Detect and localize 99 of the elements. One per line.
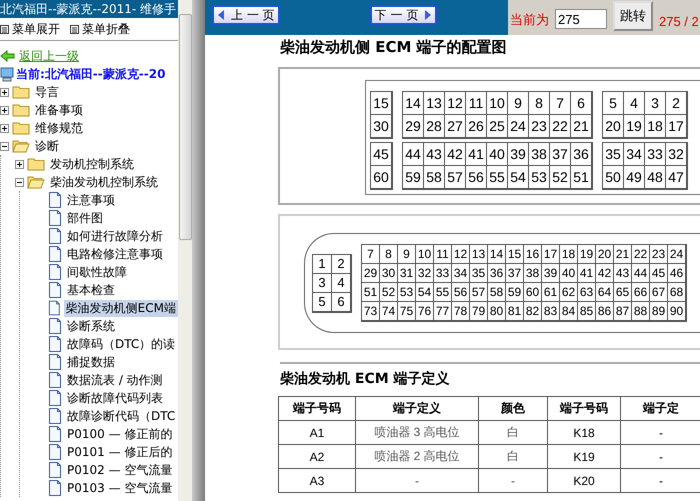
expand-icon[interactable] [0,124,9,132]
document-icon [48,426,62,442]
tree-item[interactable]: P0100 — 修正前的 [65,426,174,442]
tree-item[interactable]: 维修规范 [33,120,85,136]
folder-icon [12,121,30,135]
tree-item[interactable]: 故障码（DTC）的读 [65,336,178,352]
menu-toggle[interactable]: 菜单展开 [12,20,60,38]
document-icon [48,354,62,370]
folder-icon [12,103,30,117]
current-path: 当前:北汽福田--蒙派克--20 [16,66,166,82]
document-icon [48,264,62,280]
expand-icon[interactable] [0,88,9,96]
column-header: 端子号码 [548,396,620,420]
scrollbar-thumb[interactable] [178,14,192,240]
table-cell: 白 [478,444,548,468]
pin-number: 90 [667,301,686,321]
document-icon [48,390,62,406]
pin-number: 47 [665,165,687,189]
tree-item[interactable]: 基本检查 [65,282,117,298]
expand-icon[interactable] [15,160,24,168]
document-icon [48,246,62,262]
table-cell: - [478,468,548,492]
tree-item[interactable]: P0101 — 修正后的 [65,444,174,460]
current-page-label: 当前为 [510,12,549,29]
table-cell: 喷油器 2 高电位 [356,444,478,468]
table-cell: - [356,468,478,492]
collapse-icon[interactable] [0,142,9,150]
tree-item[interactable]: 诊断 [33,138,61,154]
pin-number: 46 [667,263,686,283]
column-header: 颜色 [478,396,548,420]
tree-item[interactable]: 准备事项 [33,102,85,118]
document-icon [48,480,62,496]
arrow-left-icon [0,50,15,62]
document-icon [48,336,62,352]
tree-item[interactable]: 诊断故障代码列表 [65,390,165,406]
prev-page-button[interactable]: 上 一 页 [212,5,280,25]
folder-icon [27,157,45,171]
left-arrow-icon [217,10,225,20]
tree-item[interactable]: 柴油发动机侧ECM端 [64,300,178,316]
document-icon [48,300,61,316]
tree-item[interactable]: 故障诊断代码（DTC [65,408,178,424]
folder-icon [12,85,30,99]
list-icon [70,24,79,34]
table-cell: K19 [548,444,620,468]
next-page-button[interactable]: 下 一 页 [370,5,438,25]
document-icon [48,282,62,298]
document-icon [48,192,62,208]
table-cell: K20 [548,468,620,492]
table-cell: A3 [278,468,356,492]
collapse-icon[interactable] [15,178,24,186]
pin-number: 60 [370,165,392,189]
menu-toggle[interactable]: 菜单折叠 [82,20,130,38]
folder-icon [27,175,45,189]
table-cell: K18 [548,420,620,444]
table-cell: 喷油器 3 高电位 [356,420,478,444]
tree-item[interactable]: 电路检修注意事项 [65,246,165,262]
scrollbar[interactable] [178,0,192,501]
page-input[interactable]: 275 [555,9,607,29]
tree-item[interactable]: P0102 — 空气流量 [65,462,174,478]
document-icon [48,318,62,334]
tree-item[interactable]: 捕捉数据 [65,354,117,370]
sidebar-title: 北汽福田--蒙派克--2011- 维修手 [0,0,178,18]
pin-number: 6 [331,292,351,312]
column-header: 端子定 [620,396,700,420]
tree-item[interactable]: 如何进行故障分析 [65,228,165,244]
pin-number: 51 [570,165,592,189]
document-icon [48,462,62,478]
document-icon [48,228,62,244]
column-header: 端子定义 [356,396,478,420]
tree-item[interactable]: 发动机控制系统 [48,156,136,172]
document-icon [48,210,62,226]
pin-number: 24 [667,244,686,264]
table-cell: A1 [278,420,356,444]
table-cell: 白 [478,420,548,444]
table-cell: A2 [278,444,356,468]
jump-button[interactable]: 跳转 [613,1,653,31]
pin-number: 21 [570,114,592,138]
tree-item[interactable]: 部件图 [65,210,105,226]
table-title: 柴油发动机 ECM 端子定义 [280,362,700,388]
page-count: 275 / 2 [659,14,699,29]
right-arrow-icon [424,10,432,20]
back-link[interactable]: 返回上一级 [19,48,79,64]
tree-item[interactable]: 柴油发动机控制系统 [48,174,160,190]
document-icon [48,408,62,424]
diagram-title: 柴油发动机侧 ECM 端子的配置图 [280,38,508,57]
expand-icon[interactable] [0,106,9,114]
pin-number: 30 [370,114,392,138]
tree-item[interactable]: 注意事项 [65,192,117,208]
column-header: 端子号码 [278,396,356,420]
tree-item[interactable]: P0103 — 空气流量 [65,480,174,496]
tree-item[interactable]: 数据流表 / 动作测 [65,372,165,388]
document-icon [48,372,62,388]
folder-icon [12,139,30,153]
tree-item[interactable]: 诊断系统 [65,318,117,334]
computer-icon [0,66,14,82]
pin-number: 17 [665,114,687,138]
tree-item[interactable]: 导言 [33,84,61,100]
document-icon [48,444,62,460]
tree-item[interactable]: 间歇性故障 [65,264,129,280]
